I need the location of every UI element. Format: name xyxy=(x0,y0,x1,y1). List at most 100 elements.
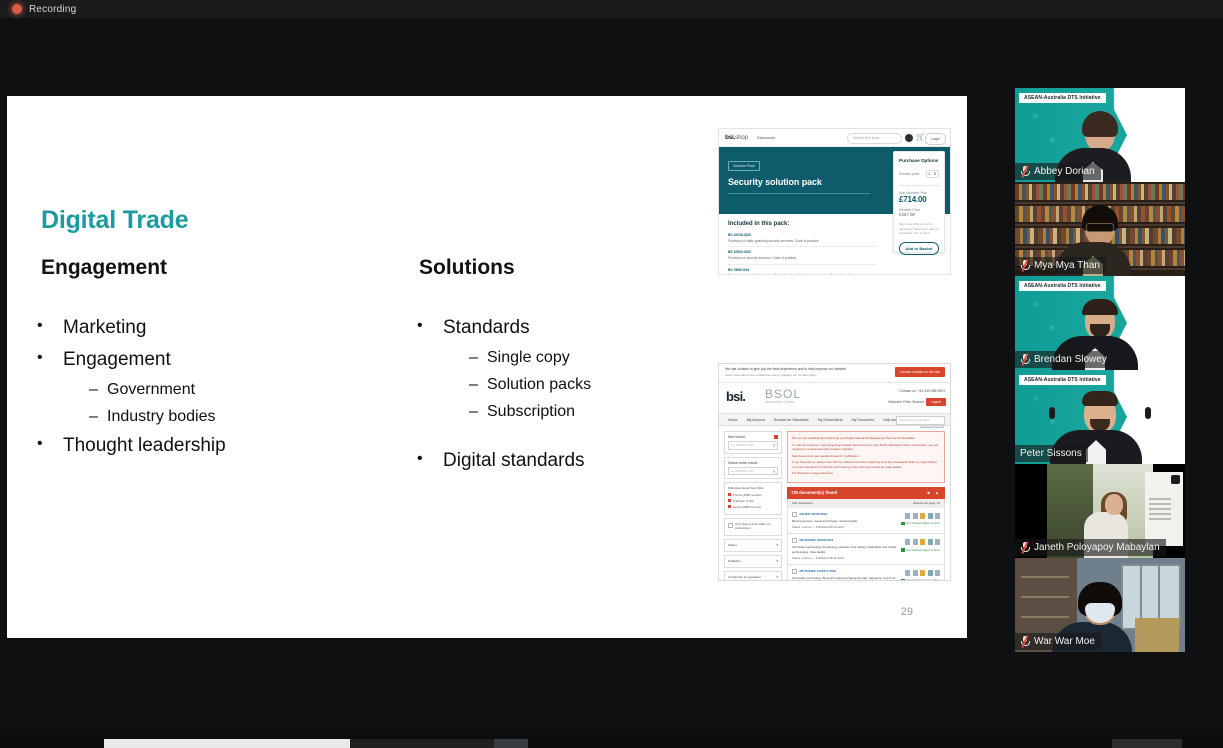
participant-name: War War Moe xyxy=(1034,636,1095,647)
results-count-bar: 725 document(s) found ■ ▲ xyxy=(787,486,945,499)
result-actions xyxy=(905,512,940,519)
video-tile-janeth-poloyapoy-mabaylan[interactable]: Janeth Poloyapoy Mabaylan xyxy=(1015,464,1185,558)
bsol-nav: Home My Account Browse for Standards My … xyxy=(719,414,950,429)
result-meta: Status: Current — Published 08-11-2021 xyxy=(792,556,845,560)
favourite-icon xyxy=(920,539,925,546)
tile-name-badge: Janeth Poloyapoy Mabaylan xyxy=(1015,539,1166,556)
taskbar-segment[interactable] xyxy=(494,739,528,748)
participant-name: Peter Sissons xyxy=(1020,448,1082,459)
result-actions xyxy=(905,570,940,576)
bullet-text: Subscription xyxy=(487,403,576,420)
shop-nav-standards: Standards xyxy=(756,135,776,140)
mic-muted-icon xyxy=(1020,259,1030,272)
video-tile-abbey-dorian[interactable]: ASEAN-Australia DTS Initiative Abbey Dor… xyxy=(1015,88,1185,182)
bullet-square-icon xyxy=(728,505,731,508)
chevron-down-icon: ▾ xyxy=(776,559,778,563)
taskbar-segment[interactable] xyxy=(1112,739,1182,748)
recording-indicator-bar: Recording xyxy=(0,0,1223,18)
document-code: BS 10008:2020 xyxy=(728,233,752,237)
result-track-status: Not Tracked subject to Price xyxy=(901,579,940,580)
subscription-filter-box: Only show results within my subscription xyxy=(724,517,782,536)
panel-divider xyxy=(899,185,939,186)
quantity-stepper: 1 ⇅ xyxy=(926,170,939,178)
logout-button: Logout xyxy=(925,398,946,406)
solution-pack-tag: Solution Pack xyxy=(728,161,760,171)
browse-option: Theme (2980 records) xyxy=(728,493,778,497)
cart-icon: 🛒 xyxy=(916,133,925,141)
bullet-item: • Standards xyxy=(417,317,777,338)
notice-line: In order for existing or new projects an… xyxy=(792,442,939,451)
participant-video-strip: ASEAN-Australia DTS Initiative Abbey Dor… xyxy=(1015,88,1185,746)
bullet-item: – Industry bodies xyxy=(89,409,397,425)
bullet-item: – Government xyxy=(89,382,397,398)
basket-icon xyxy=(935,512,940,519)
cookie-banner: We use cookies to give you the best expe… xyxy=(719,364,950,383)
nav-favourites: My Favourites xyxy=(851,417,875,422)
results-action-icons: ■ ▲ xyxy=(927,490,941,496)
result-row: BS ISO 40700:2021 Moving services. Gener… xyxy=(787,507,945,535)
result-meta: Status: Current — Published 08-12-2021 xyxy=(792,525,845,530)
result-title: Information technology for learning, edu… xyxy=(792,545,897,554)
checkbox-icon xyxy=(792,569,797,574)
track-icon xyxy=(901,521,905,526)
tile-banner: ASEAN-Australia DTS Initiative xyxy=(1019,375,1106,385)
nonmember-price: £714.00 xyxy=(899,195,927,204)
track-icon xyxy=(901,579,905,580)
shared-slide[interactable]: Digital Trade Engagement Solutions • Mar… xyxy=(7,96,967,638)
shop-login-button: Login xyxy=(925,132,946,145)
bsi-shop-logo: bsi.shop xyxy=(725,134,748,141)
nav-browse-standards: Browse for Standards xyxy=(774,417,809,422)
download-icon xyxy=(912,539,918,546)
bsi-logo: bsi. xyxy=(726,389,746,404)
mic-muted-icon xyxy=(1020,541,1030,554)
results-count-label: 725 document(s) found xyxy=(791,490,838,496)
included-document: BS 10800:2020 Provision of security serv… xyxy=(728,250,876,265)
taskbar-segment[interactable] xyxy=(350,739,494,748)
tile-banner: ASEAN-Australia DTS Initiative xyxy=(1019,281,1106,291)
result-track-status: Not Tracked subject to Price xyxy=(901,548,940,552)
video-tile-brendan-slowey[interactable]: ASEAN-Australia DTS Initiative Brendan S… xyxy=(1015,276,1185,370)
format-label: Solution pack xyxy=(899,172,920,176)
mic-muted-icon xyxy=(1020,635,1030,648)
bottom-taskbar[interactable] xyxy=(0,735,1223,748)
included-document: BS 10008:2020 Provision of static guardi… xyxy=(728,233,876,248)
notice-line: If you have issues, please start with th… xyxy=(792,460,937,469)
per-page-control: Results per page: 10 xyxy=(913,501,940,506)
result-title: Information technology. Biometric data i… xyxy=(792,576,896,580)
format-row: Solution pack 1 ⇅ xyxy=(899,170,939,178)
subscription-checkbox-row: Only show results within my subscription xyxy=(728,522,778,530)
chevron-down-icon: ▾ xyxy=(776,543,778,547)
checkbox-icon xyxy=(792,538,797,544)
tile-name-badge: Mya Mya Than xyxy=(1015,257,1106,274)
video-tile-mya-mya-than[interactable]: Mya Mya Than xyxy=(1015,182,1185,276)
stepper-arrows-icon: ⇅ xyxy=(933,172,937,176)
screenshot-bsol: We use cookies to give you the best expe… xyxy=(718,363,951,581)
welcome-message: Welcome Peter Sissons xyxy=(888,400,924,404)
basket-icon xyxy=(935,539,940,546)
results-toolbar: Sort: Relevance Results per page: 10 xyxy=(787,498,945,508)
checkbox-icon xyxy=(792,511,797,517)
bullet-text: Engagement xyxy=(63,349,171,370)
document-title: Screening and vetting services. Provisio… xyxy=(728,273,876,274)
taskbar-segment[interactable] xyxy=(104,739,350,748)
facet-sidebar: New Search e.g. BS EN or ISO ⚲ Search wit… xyxy=(724,431,782,580)
results-pane: We are now updating and enhancing your D… xyxy=(787,431,945,580)
view-icon xyxy=(905,539,910,546)
refine-label: Search within results xyxy=(728,460,758,465)
notice-line: New features for new standards search / … xyxy=(792,453,859,458)
bullet-marker: – xyxy=(469,376,478,393)
slide-title: Digital Trade xyxy=(41,206,189,234)
screenshot-bsi-shop: bsi.shop Standards Search BSI shop 🛒 Log… xyxy=(718,128,951,275)
result-title: Moving services. General principles. Ves… xyxy=(792,518,857,523)
video-tile-war-war-moe[interactable]: War War Moe xyxy=(1015,558,1185,652)
bullet-marker: – xyxy=(469,349,478,366)
bullet-marker: • xyxy=(37,349,43,366)
purchase-heading: Purchase Options xyxy=(899,158,939,163)
basket-icon xyxy=(935,570,940,576)
video-tile-peter-sissons[interactable]: ASEAN-Australia DTS Initiative Peter Sis… xyxy=(1015,370,1185,464)
sort-control: Sort: Relevance xyxy=(792,501,813,506)
track-icon xyxy=(901,548,905,552)
bullet-marker: • xyxy=(417,317,423,334)
bullet-text: Marketing xyxy=(63,317,147,338)
view-icon xyxy=(905,570,910,576)
